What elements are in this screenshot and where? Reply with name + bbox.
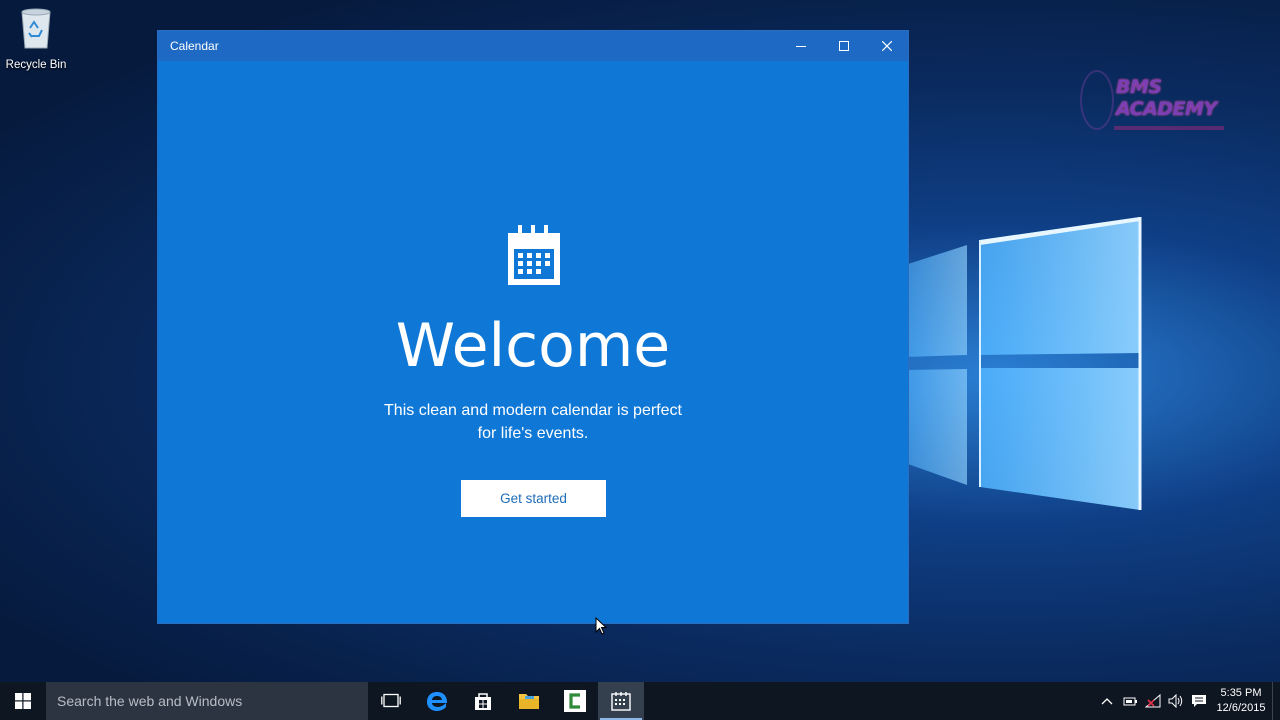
welcome-panel: Welcome This clean and modern calendar i… [158, 61, 908, 624]
subtitle-line-1: This clean and modern calendar is perfec… [384, 402, 682, 419]
power-icon [1123, 697, 1137, 706]
recycle-bin[interactable]: Recycle Bin [4, 6, 68, 71]
watermark-ring [1080, 70, 1114, 130]
subtitle-line-2: for life's events. [477, 425, 589, 442]
taskbar: Search the web and Windows 5:35 PM 12/6/… [0, 682, 1280, 720]
windows-logo-wallpaper [905, 217, 1142, 510]
welcome-subtitle: This clean and modern calendar is perfec… [358, 399, 708, 445]
minimize-button[interactable] [779, 31, 822, 61]
recycle-bin-icon [21, 8, 51, 49]
get-started-button[interactable]: Get started [461, 480, 606, 517]
academy-watermark: BMS ACADEMY [1080, 70, 1230, 135]
title-bar[interactable]: Calendar [158, 31, 908, 61]
calendar-icon [508, 225, 560, 285]
chevron-up-icon [1101, 698, 1112, 705]
close-icon [881, 41, 892, 51]
mouse-cursor-icon [595, 617, 607, 635]
recycle-bin-label: Recycle Bin [5, 59, 67, 71]
maximize-button[interactable] [822, 31, 865, 61]
clock[interactable]: 5:35 PM 12/6/2015 [1210, 686, 1272, 716]
welcome-heading: Welcome [395, 311, 671, 381]
task-view-icon [381, 693, 401, 708]
minimize-icon [795, 46, 806, 47]
window-controls [779, 31, 908, 61]
watermark-text: BMS ACADEMY [1116, 76, 1217, 120]
window-title: Calendar [170, 39, 219, 53]
edge-icon [427, 692, 448, 711]
task-view-button[interactable] [368, 682, 414, 720]
maximize-icon [838, 41, 849, 51]
calendar-app-icon [611, 692, 631, 711]
network-icon [1144, 694, 1160, 708]
edge-button[interactable] [414, 682, 460, 720]
show-hidden-icons-button[interactable] [1095, 682, 1118, 720]
action-center-button[interactable] [1187, 682, 1210, 720]
clock-time: 5:35 PM [1220, 687, 1262, 699]
start-button[interactable] [0, 682, 46, 720]
calendar-window: Calendar Welcome This clean and modern c… [157, 30, 909, 624]
watermark-underline [1114, 126, 1224, 130]
store-icon [475, 693, 491, 710]
camtasia-icon [564, 690, 586, 712]
clock-date: 12/6/2015 [1216, 702, 1266, 714]
volume-icon [1168, 694, 1182, 708]
close-button[interactable] [865, 31, 908, 61]
action-center-icon [1191, 695, 1206, 707]
power-status-button[interactable] [1118, 682, 1141, 720]
system-tray: 5:35 PM 12/6/2015 [1095, 682, 1280, 720]
file-explorer-button[interactable] [506, 682, 552, 720]
volume-button[interactable] [1164, 682, 1187, 720]
windows-start-icon [15, 693, 31, 709]
show-desktop-button[interactable] [1272, 682, 1280, 720]
calendar-taskbar-button[interactable] [598, 682, 644, 720]
store-button[interactable] [460, 682, 506, 720]
search-input[interactable]: Search the web and Windows [46, 682, 368, 720]
camtasia-button[interactable] [552, 682, 598, 720]
network-button[interactable] [1141, 682, 1164, 720]
file-explorer-icon [519, 694, 539, 709]
